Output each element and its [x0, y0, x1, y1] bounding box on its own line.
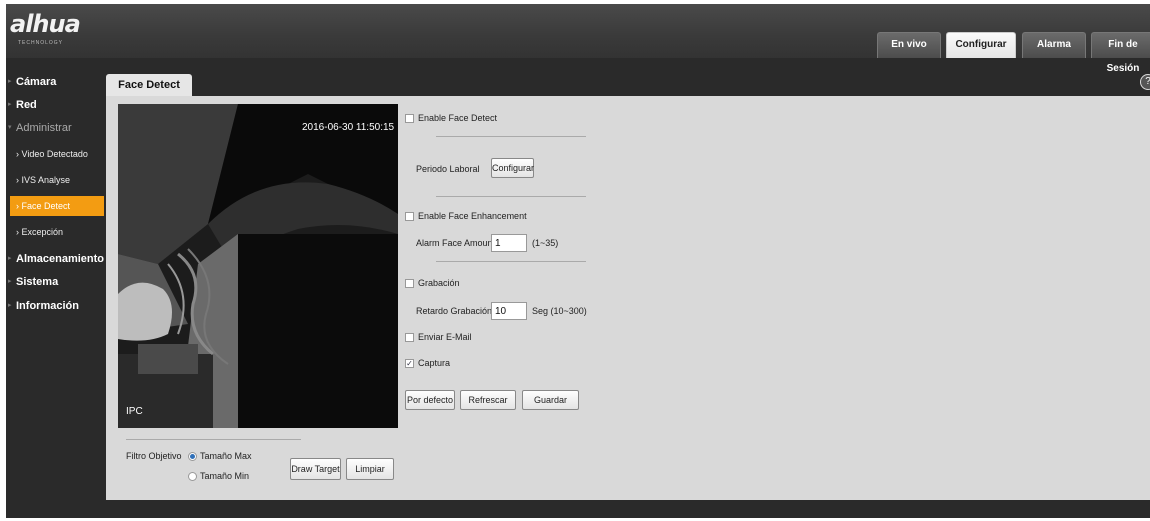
snapshot-label: Captura	[418, 358, 451, 368]
tab-setup[interactable]: Configurar	[946, 32, 1016, 58]
tab-logout[interactable]: Fin de Sesión	[1091, 32, 1150, 74]
min-size-label: Tamaño Min	[200, 471, 250, 481]
send-email-label: Enviar E-Mail	[418, 332, 472, 342]
clear-button[interactable]: Limpiar	[346, 458, 394, 480]
live-video-preview[interactable]: 2016-06-30 11:50:15 IPC	[118, 104, 398, 428]
max-size-radio[interactable]	[188, 452, 197, 461]
sidebar-item-label: Sistema	[16, 276, 59, 288]
sidebar-item-label: Red	[16, 99, 37, 111]
brand-logo: alhua	[10, 10, 81, 38]
divider	[436, 261, 586, 262]
configure-schedule-button[interactable]: Configurar	[491, 158, 534, 178]
tab-face-detect[interactable]: Face Detect	[106, 74, 192, 96]
recording-delay-input[interactable]	[491, 302, 527, 320]
sidebar-item-label: Excepción	[21, 227, 64, 237]
sidebar-item-face-detect[interactable]: › Face Detect	[10, 196, 104, 216]
divider	[436, 136, 586, 137]
min-size-radio[interactable]	[188, 472, 197, 481]
target-filter-label: Filtro Objetivo	[126, 451, 182, 461]
alarm-face-amount-range: (1~35)	[532, 238, 559, 248]
osd-channel-name: IPC	[126, 406, 143, 417]
tab-alarm[interactable]: Alarma	[1022, 32, 1086, 58]
camera-scene-image	[118, 104, 398, 428]
chevron-right-icon: ▸	[8, 101, 12, 108]
enable-face-detect-label: Enable Face Detect	[418, 113, 498, 123]
snapshot-checkbox[interactable]: ✓	[405, 359, 414, 368]
recording-checkbox[interactable]	[405, 279, 414, 288]
chevron-right-icon: ▸	[8, 302, 12, 309]
enable-face-enhancement-label: Enable Face Enhancement	[418, 211, 527, 221]
chevron-down-icon: ▾	[8, 124, 12, 131]
sidebar-item-label: Video Detectado	[21, 149, 88, 159]
app-window: alhua TECHNOLOGY En vivo Configurar Alar…	[6, 4, 1150, 518]
divider	[436, 196, 586, 197]
header-bar: alhua TECHNOLOGY En vivo Configurar Alar…	[6, 4, 1150, 74]
brand-logo-subtext: TECHNOLOGY	[18, 40, 64, 46]
max-size-label: Tamaño Max	[200, 451, 252, 461]
chevron-right-icon: ▸	[8, 278, 12, 285]
enable-face-enhancement-checkbox[interactable]	[405, 212, 414, 221]
sidebar-item-video-detect[interactable]: › Video Detectado	[6, 144, 102, 164]
recording-delay-label: Retardo Grabación	[416, 306, 493, 316]
chevron-right-icon: ▸	[8, 78, 12, 85]
send-email-checkbox[interactable]	[405, 333, 414, 342]
sidebar-item-label: Información	[16, 300, 79, 312]
sidebar: ▸ Cámara ▸ Red ▾ Administrar › Video Det…	[6, 68, 105, 518]
sidebar-item-storage[interactable]: ▸ Almacenamiento	[6, 249, 105, 269]
recording-delay-unit: Seg (10~300)	[532, 306, 587, 316]
default-button[interactable]: Por defecto	[405, 390, 455, 410]
sidebar-item-info[interactable]: ▸ Información	[6, 296, 102, 316]
chevron-right-icon: ▸	[8, 255, 12, 262]
sidebar-item-label: Administrar	[16, 122, 72, 134]
alarm-face-amount-label: Alarm Face Amount	[416, 238, 496, 248]
sidebar-item-exception[interactable]: › Excepción	[6, 222, 102, 242]
sidebar-item-label: Face Detect	[21, 201, 71, 211]
enable-face-detect-checkbox[interactable]	[405, 114, 414, 123]
divider	[126, 439, 301, 440]
working-period-label: Periodo Laboral	[416, 164, 480, 174]
help-icon[interactable]: ?	[1140, 74, 1150, 90]
save-button[interactable]: Guardar	[522, 390, 579, 410]
alarm-face-amount-input[interactable]	[491, 234, 527, 252]
refresh-button[interactable]: Refrescar	[460, 390, 516, 410]
osd-timestamp: 2016-06-30 11:50:15	[302, 122, 395, 133]
draw-target-button[interactable]: Draw Target	[290, 458, 341, 480]
sidebar-item-ivs-analyse[interactable]: › IVS Analyse	[6, 170, 102, 190]
sidebar-item-label: Cámara	[16, 76, 57, 88]
recording-label: Grabación	[418, 278, 460, 288]
page-tab-bar: Face Detect ?	[106, 74, 1150, 96]
sidebar-item-network[interactable]: ▸ Red	[6, 95, 102, 115]
face-detect-panel: 2016-06-30 11:50:15 IPC Enable Face Dete…	[106, 96, 1150, 500]
sidebar-item-system[interactable]: ▸ Sistema	[6, 272, 102, 292]
sidebar-item-label: IVS Analyse	[21, 175, 71, 185]
sidebar-item-camera[interactable]: ▸ Cámara	[6, 72, 102, 92]
sidebar-item-label: Almacenamiento	[16, 253, 105, 265]
sidebar-item-admin[interactable]: ▾ Administrar	[6, 118, 102, 138]
tab-live-view[interactable]: En vivo	[877, 32, 941, 58]
